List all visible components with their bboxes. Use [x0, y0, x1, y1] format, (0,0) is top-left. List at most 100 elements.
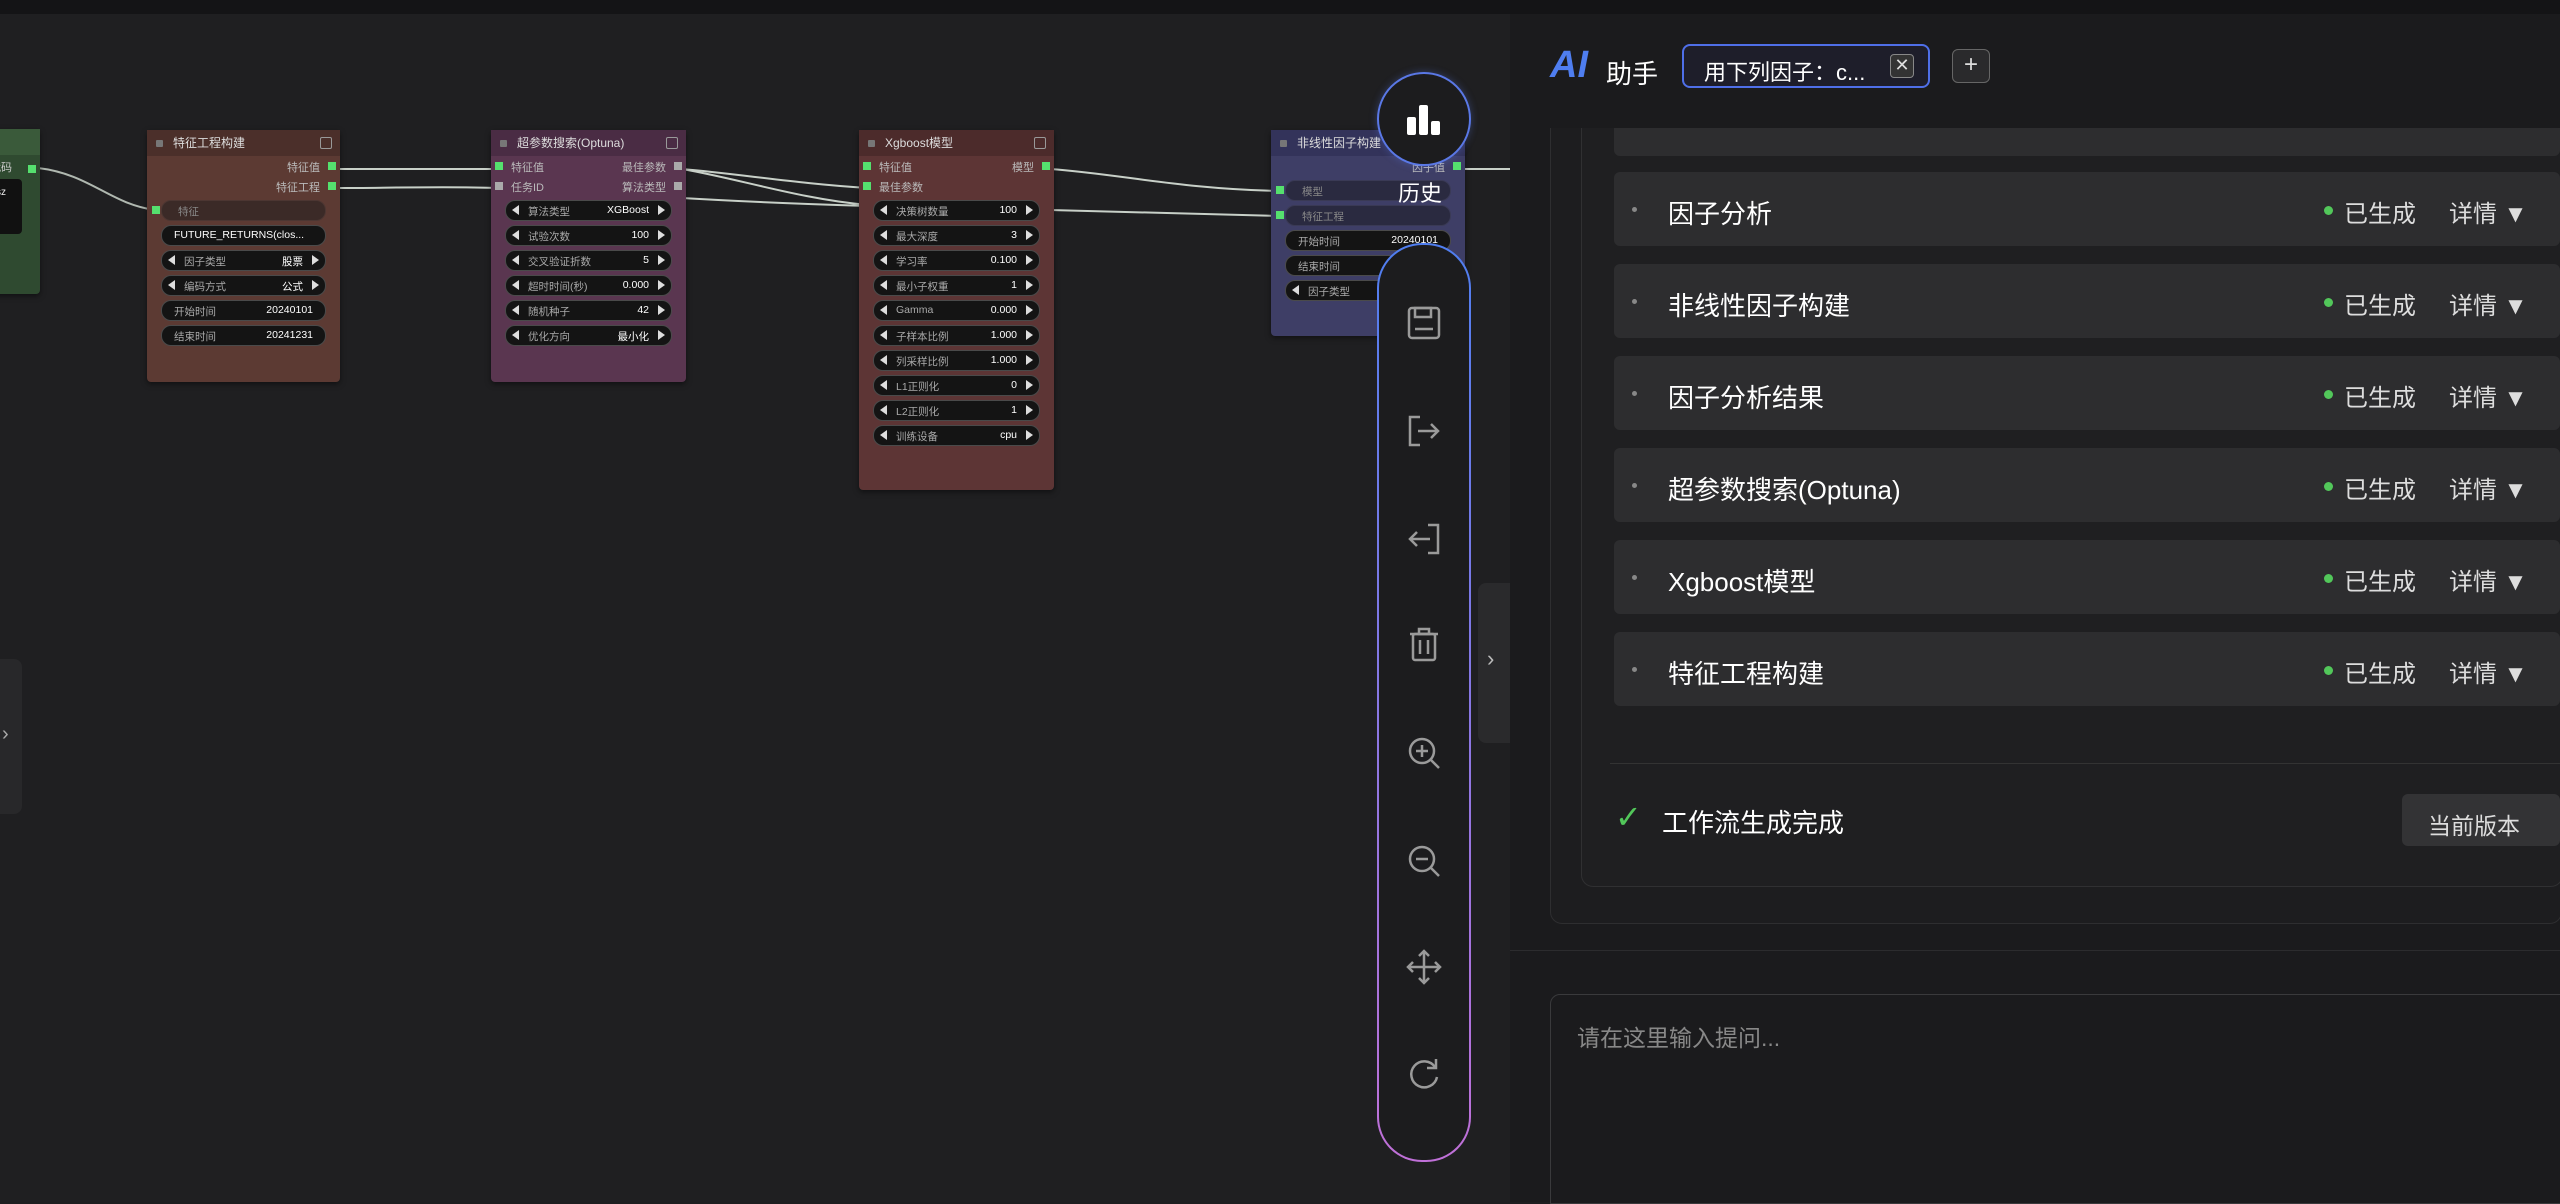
import-button[interactable]: [1402, 517, 1446, 561]
add-chat-button[interactable]: +: [1952, 49, 1990, 83]
node-name: 因子分析: [1668, 199, 1773, 229]
widget-timeout[interactable]: 超时时间(秒) 0.000: [505, 275, 672, 296]
status-label: 已生成: [2344, 293, 2416, 320]
widget-gamma[interactable]: Gamma 0.000: [873, 300, 1040, 321]
zoom-out-button[interactable]: [1402, 839, 1446, 883]
widget-end-time[interactable]: 结束时间 20241231: [161, 325, 326, 346]
output-port[interactable]: [28, 165, 36, 173]
widget-learning-rate[interactable]: 学习率 0.100: [873, 250, 1040, 271]
pan-button[interactable]: [1402, 945, 1446, 989]
export-icon: [1408, 415, 1440, 447]
widget-trials[interactable]: 试验次数 100: [505, 225, 672, 246]
workflow-canvas[interactable]: 代码 sz ) 特征工程构建 特征值 特征工程 特征 FUTURE_RETURN…: [0, 14, 1510, 1202]
generated-node-item[interactable]: Xgboost模型 已生成 详情 ▼: [1614, 540, 2560, 614]
code-field[interactable]: FUTURE_RETURNS(clos...: [161, 225, 326, 246]
decrement-arrow-icon: [512, 305, 519, 315]
node-collapse-dot[interactable]: [868, 140, 875, 147]
ai-logo: AI: [1550, 44, 1588, 86]
chart-button[interactable]: [1377, 72, 1471, 166]
output-port[interactable]: [328, 162, 336, 170]
generated-node-item[interactable]: 因子分析结果 已生成 详情 ▼: [1614, 356, 2560, 430]
node-feature-engineering[interactable]: 特征工程构建 特征值 特征工程 特征 FUTURE_RETURNS(clos..…: [147, 130, 340, 382]
details-toggle[interactable]: 详情 ▼: [2449, 378, 2527, 413]
delete-button[interactable]: [1402, 623, 1446, 667]
prompt-input[interactable]: [1575, 1017, 2539, 1181]
details-toggle[interactable]: 详情 ▼: [2449, 562, 2527, 597]
output-port[interactable]: [674, 162, 682, 170]
input-feature-engineering[interactable]: 特征工程: [1276, 205, 1451, 226]
widget-seed[interactable]: 随机种子 42: [505, 300, 672, 321]
node-name: Xgboost模型: [1668, 567, 1816, 597]
status-label: 已生成: [2344, 569, 2416, 596]
status-dot: [2324, 298, 2333, 307]
edit-icon[interactable]: [320, 137, 332, 149]
widget-colsample[interactable]: 列采样比例 1.000: [873, 350, 1040, 371]
widget-cv-folds[interactable]: 交叉验证折数 5: [505, 250, 672, 271]
history-label[interactable]: 历史: [1398, 176, 1442, 208]
node-collapse-dot[interactable]: [156, 140, 163, 147]
status-label: 已生成: [2344, 661, 2416, 688]
collapse-panel-button[interactable]: ›: [1478, 583, 1510, 743]
increment-arrow-icon: [658, 230, 665, 240]
close-icon[interactable]: ✕: [1890, 54, 1914, 78]
decrement-arrow-icon: [168, 255, 175, 265]
widget-factor-type[interactable]: 因子类型 股票: [161, 250, 326, 271]
decrement-arrow-icon: [880, 230, 887, 240]
input-port[interactable]: [152, 206, 160, 214]
widget-device[interactable]: 训练设备 cpu: [873, 425, 1040, 446]
zoom-in-icon: [1408, 737, 1440, 769]
node-xgboost[interactable]: Xgboost模型 特征值 模型 最佳参数 决策树数量 100 最大深度 3 学习率 0…: [859, 130, 1054, 490]
widget-max-depth[interactable]: 最大深度 3: [873, 225, 1040, 246]
save-button[interactable]: [1402, 301, 1446, 345]
widget-l2[interactable]: L2正则化 1: [873, 400, 1040, 421]
widget-n-estimators[interactable]: 决策树数量 100: [873, 200, 1040, 221]
decrement-arrow-icon: [880, 255, 887, 265]
generated-node-item[interactable]: 非线性因子构建 已生成 详情 ▼: [1614, 264, 2560, 338]
generated-node-item[interactable]: 因子分析 已生成 详情 ▼: [1614, 172, 2560, 246]
input-port[interactable]: [863, 182, 871, 190]
generated-node-item[interactable]: 特征工程构建 已生成 详情 ▼: [1614, 632, 2560, 706]
generated-node-item[interactable]: 超参数搜索(Optuna) 已生成 详情 ▼: [1614, 448, 2560, 522]
bullet: [1632, 207, 1637, 212]
decrement-arrow-icon: [880, 280, 887, 290]
left-panel-toggle[interactable]: ›: [0, 659, 22, 814]
widget-algorithm[interactable]: 算法类型 XGBoost: [505, 200, 672, 221]
details-toggle[interactable]: 详情 ▼: [2449, 194, 2527, 229]
node-title: 特征工程构建: [173, 136, 246, 150]
node-optuna[interactable]: 超参数搜索(Optuna) 特征值 最佳参数 任务ID 算法类型 算法类型 XGBoo…: [491, 130, 686, 382]
details-toggle[interactable]: 详情 ▼: [2449, 470, 2527, 505]
details-toggle[interactable]: 详情 ▼: [2449, 286, 2527, 321]
chevron-right-icon: ›: [2, 723, 9, 745]
widget-start-time[interactable]: 开始时间 20240101: [161, 300, 326, 321]
widget-direction[interactable]: 优化方向 最小化: [505, 325, 672, 346]
edit-icon[interactable]: [1034, 137, 1046, 149]
input-port[interactable]: [495, 182, 503, 190]
decrement-arrow-icon: [880, 330, 887, 340]
widget-encoding[interactable]: 编码方式 公式: [161, 275, 326, 296]
chevron-right-icon: ›: [1487, 646, 1495, 671]
node-collapse-dot[interactable]: [1280, 140, 1287, 147]
bullet: [1632, 391, 1637, 396]
current-version-button[interactable]: 当前版本: [2402, 794, 2560, 846]
chat-tab[interactable]: 用下列因子：c... ✕: [1682, 44, 1930, 88]
widget-min-child-weight[interactable]: 最小子权重 1: [873, 275, 1040, 296]
increment-arrow-icon: [1026, 355, 1033, 365]
edit-icon[interactable]: [666, 137, 678, 149]
increment-arrow-icon: [658, 305, 665, 315]
output-port[interactable]: [1453, 162, 1461, 170]
input-port[interactable]: [863, 162, 871, 170]
export-button[interactable]: [1402, 409, 1446, 453]
zoom-in-button[interactable]: [1402, 731, 1446, 775]
output-label: 特征值: [287, 162, 320, 174]
refresh-button[interactable]: [1402, 1053, 1446, 1097]
output-port[interactable]: [674, 182, 682, 190]
output-port[interactable]: [328, 182, 336, 190]
node-collapse-dot[interactable]: [500, 140, 507, 147]
widget-l1[interactable]: L1正则化 0: [873, 375, 1040, 396]
widget-subsample[interactable]: 子样本比例 1.000: [873, 325, 1040, 346]
output-port[interactable]: [1042, 162, 1050, 170]
input-port[interactable]: [495, 162, 503, 170]
increment-arrow-icon: [658, 280, 665, 290]
node-partial-left[interactable]: 代码 sz ): [0, 129, 40, 294]
details-toggle[interactable]: 详情 ▼: [2449, 654, 2527, 689]
